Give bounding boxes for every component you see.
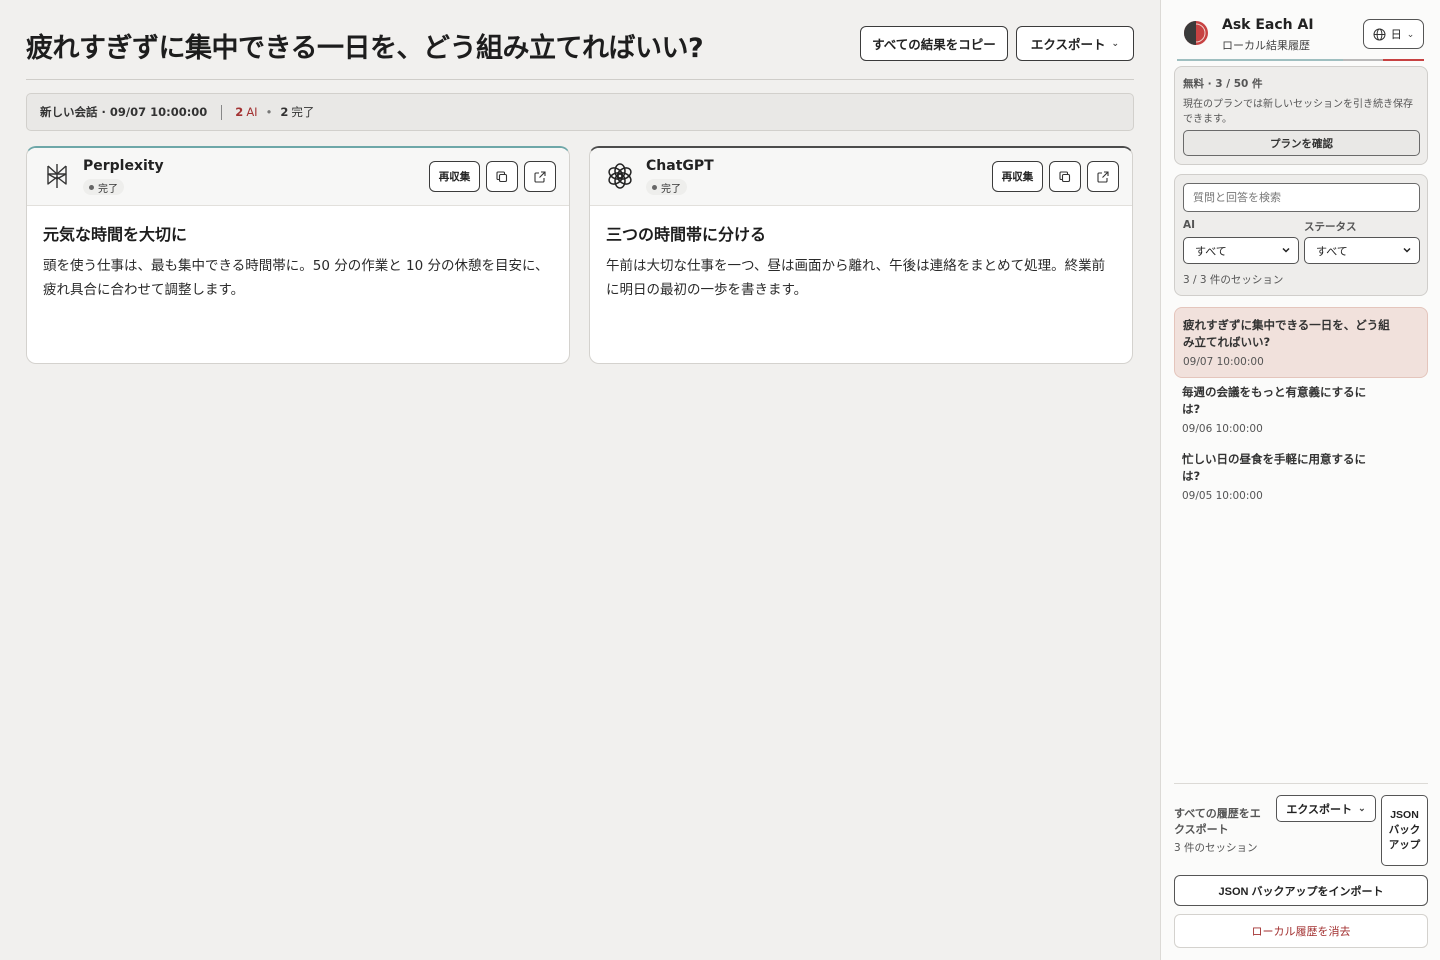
app-subtitle: ローカル結果履歴 bbox=[1222, 39, 1310, 52]
clear-history-button[interactable]: ローカル履歴を消去 bbox=[1174, 914, 1428, 948]
session-item[interactable]: 毎週の会議をもっと有意義にするには? 09/06 10:00:00 bbox=[1174, 375, 1428, 444]
app-title: Ask Each AI bbox=[1222, 17, 1314, 33]
card-body: 元気な時間を大切に 頭を使う仕事は、最も集中できる時間帯に。50 分の作業と 1… bbox=[27, 206, 569, 318]
export-session-count: 3 件のセッション bbox=[1174, 842, 1258, 854]
status-badge: 完了 bbox=[646, 179, 687, 195]
ai-name: ChatGPT bbox=[646, 158, 714, 174]
session-date: 09/06 10:00:00 bbox=[1182, 423, 1263, 435]
divider bbox=[221, 104, 223, 120]
search-input[interactable] bbox=[1183, 183, 1420, 212]
divider bbox=[1174, 783, 1428, 784]
conversation-status-bar: 新しい会話 · 09/07 10:00:00 2 AI • 2 完了 bbox=[26, 93, 1134, 131]
copy-button[interactable] bbox=[1049, 161, 1081, 192]
export-history-label: エクスポート bbox=[1286, 803, 1353, 816]
session-count: 3 / 3 件のセッション bbox=[1183, 274, 1284, 286]
external-link-icon bbox=[1097, 170, 1109, 183]
recollect-button[interactable]: 再収集 bbox=[992, 161, 1043, 192]
status-filter-select[interactable]: すべて bbox=[1304, 237, 1420, 264]
import-json-button[interactable]: JSON バックアップをインポート bbox=[1174, 875, 1428, 906]
copy-all-results-button[interactable]: すべての結果をコピー bbox=[860, 26, 1008, 61]
session-question: 疲れすぎずに集中できる一日を、どう組み立てればいい? bbox=[1183, 318, 1390, 349]
perplexity-logo-icon bbox=[47, 164, 67, 188]
globe-icon bbox=[1373, 28, 1386, 40]
done-count: 2 bbox=[280, 105, 289, 119]
page-header: 疲れすぎずに集中できる一日を、どう組み立てればいい? すべての結果をコピー エク… bbox=[26, 24, 1134, 80]
ai-name: Perplexity bbox=[83, 158, 164, 174]
export-label: エクスポート bbox=[1030, 37, 1106, 52]
status-text: 完了 bbox=[661, 183, 681, 195]
session-question: 忙しい日の昼食を手軽に用意するには? bbox=[1182, 452, 1366, 483]
result-card-chatgpt: ChatGPT 完了 再収集 三つの時間帯に分ける 午前は大切な仕事を一つ、昼は… bbox=[589, 146, 1133, 364]
import-json-label: JSON バックアップをインポート bbox=[1218, 885, 1384, 898]
plan-description: 現在のプランでは新しいセッションを引き続き保存できます。 bbox=[1183, 99, 1413, 125]
ai-filter-select[interactable]: すべて bbox=[1183, 237, 1299, 264]
answer-text: 午前は大切な仕事を一つ、昼は画面から離れ、午後は連絡をまとめて処理。終業前に明日… bbox=[606, 258, 1106, 298]
session-item[interactable]: 忙しい日の昼食を手軽に用意するには? 09/05 10:00:00 bbox=[1174, 442, 1428, 511]
recollect-label: 再収集 bbox=[438, 171, 471, 183]
check-plan-button[interactable]: プランを確認 bbox=[1183, 130, 1420, 156]
answer-heading: 三つの時間帯に分ける bbox=[606, 225, 767, 244]
recollect-label: 再収集 bbox=[1001, 171, 1034, 183]
status-filter-value: すべて bbox=[1316, 244, 1348, 258]
card-header: ChatGPT 完了 再収集 bbox=[590, 148, 1132, 206]
result-card-perplexity: Perplexity 完了 再収集 元気な時間を大切に 頭を使う仕事は、最も集中… bbox=[26, 146, 570, 364]
json-backup-button[interactable]: JSON バックアップ bbox=[1381, 795, 1428, 866]
answer-text: 頭を使う仕事は、最も集中できる時間帯に。50 分の作業と 10 分の休憩を目安に… bbox=[43, 258, 549, 298]
status-badge: 完了 bbox=[83, 179, 124, 195]
language-label: 日 bbox=[1390, 29, 1402, 41]
clear-history-label: ローカル履歴を消去 bbox=[1251, 926, 1351, 938]
accent-bar bbox=[1343, 59, 1383, 61]
copy-icon bbox=[496, 170, 508, 182]
copy-button[interactable] bbox=[486, 161, 518, 192]
json-backup-label: JSON バックアップ bbox=[1388, 809, 1421, 851]
chevron-down-icon bbox=[1403, 247, 1411, 253]
status-text: 完了 bbox=[98, 183, 118, 195]
accent-bar bbox=[1383, 59, 1424, 61]
answer-heading: 元気な時間を大切に bbox=[43, 225, 188, 244]
export-all-label: すべての履歴をエクスポート bbox=[1174, 807, 1261, 836]
export-history-button[interactable]: エクスポート ⌄ bbox=[1276, 795, 1376, 822]
external-link-icon bbox=[534, 170, 546, 183]
chevron-down-icon bbox=[1282, 247, 1290, 253]
status-dot-icon bbox=[89, 184, 94, 190]
session-item-active[interactable]: 疲れすぎずに集中できる一日を、どう組み立てればいい? 09/07 10:00:0… bbox=[1174, 307, 1428, 378]
ai-filter-value: すべて bbox=[1195, 244, 1227, 258]
session-question: 毎週の会議をもっと有意義にするには? bbox=[1182, 385, 1367, 416]
done-count-label: 完了 bbox=[291, 105, 315, 119]
plan-usage: 無料 · 3 / 50 件 bbox=[1183, 78, 1263, 90]
filter-panel: AI ステータス すべて すべて 3 / 3 件のセッション bbox=[1174, 174, 1428, 296]
copy-all-label: すべての結果をコピー bbox=[872, 37, 996, 52]
chevron-down-icon: ⌄ bbox=[1111, 38, 1120, 49]
chevron-down-icon: ⌄ bbox=[1358, 803, 1366, 813]
main-area: 疲れすぎずに集中できる一日を、どう組み立てればいい? すべての結果をコピー エク… bbox=[0, 0, 1160, 960]
check-plan-label: プランを確認 bbox=[1270, 137, 1333, 150]
export-button[interactable]: エクスポート ⌄ bbox=[1016, 26, 1134, 61]
status-dot-icon bbox=[652, 184, 657, 190]
app-logo-icon bbox=[1184, 21, 1208, 45]
open-external-button[interactable] bbox=[524, 161, 556, 192]
status-filter-label: ステータス bbox=[1304, 221, 1357, 233]
card-body: 三つの時間帯に分ける 午前は大切な仕事を一つ、昼は画面から離れ、午後は連絡をまと… bbox=[590, 206, 1132, 318]
page-title: 疲れすぎずに集中できる一日を、どう組み立てればいい? bbox=[26, 33, 704, 64]
ai-filter-label: AI bbox=[1183, 219, 1196, 231]
open-external-button[interactable] bbox=[1087, 161, 1119, 192]
plan-panel: 無料 · 3 / 50 件 現在のプランでは新しいセッションを引き続き保存できま… bbox=[1174, 66, 1428, 165]
language-selector[interactable]: 日 ⌄ bbox=[1363, 19, 1424, 49]
accent-bar bbox=[1177, 59, 1343, 61]
dot-separator: • bbox=[265, 105, 273, 119]
chevron-down-icon: ⌄ bbox=[1406, 28, 1415, 39]
ai-count: 2 bbox=[235, 105, 244, 119]
copy-icon bbox=[1059, 170, 1071, 182]
chatgpt-logo-icon bbox=[608, 163, 632, 189]
session-date: 09/07 10:00:00 bbox=[1183, 356, 1264, 368]
conversation-label: 新しい会話 · 09/07 10:00:00 bbox=[40, 105, 208, 119]
card-header: Perplexity 完了 再収集 bbox=[27, 148, 569, 206]
recollect-button[interactable]: 再収集 bbox=[429, 161, 480, 192]
ai-count-label: AI bbox=[246, 105, 258, 119]
history-sidebar: Ask Each AI ローカル結果履歴 日 ⌄ 無料 · 3 / 50 件 現… bbox=[1160, 0, 1440, 960]
session-date: 09/05 10:00:00 bbox=[1182, 490, 1263, 502]
